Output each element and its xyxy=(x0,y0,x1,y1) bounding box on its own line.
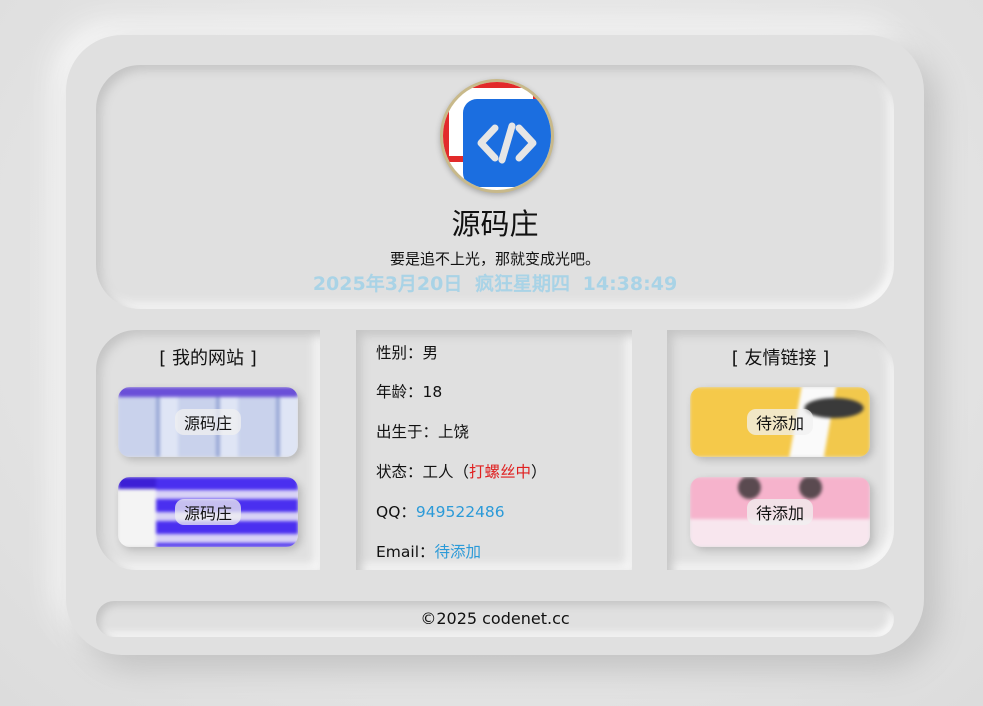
my-sites-title: [ 我的网站 ] xyxy=(159,348,257,369)
qq-link[interactable]: 949522486 xyxy=(416,503,505,521)
friend-link-card[interactable]: 待添加 xyxy=(690,477,870,547)
info-panel: 性别：男 年龄：18 出生于：上饶 状态：工人（打螺丝中） QQ：9495224… xyxy=(356,330,632,570)
info-birthplace: 出生于：上饶 xyxy=(376,423,470,441)
info-age: 年龄：18 xyxy=(376,383,443,401)
my-site-label: 源码庄 xyxy=(174,499,242,525)
my-sites-panel: [ 我的网站 ] 源码庄 源码庄 xyxy=(96,330,320,570)
footer: ©2025 codenet.cc xyxy=(96,601,894,637)
clock-weekday: 疯狂星期四 xyxy=(475,273,571,295)
my-site-label: 源码庄 xyxy=(174,409,242,435)
profile-card: 源码庄 要是追不上光，那就变成光吧。 2025年3月20日 疯狂星期四 14:3… xyxy=(66,35,924,655)
my-site-card[interactable]: 源码庄 xyxy=(118,477,298,547)
info-gender: 性别：男 xyxy=(376,344,439,362)
motto: 要是追不上光，那就变成光吧。 xyxy=(389,250,600,268)
avatar[interactable] xyxy=(440,79,554,193)
email-link[interactable]: 待添加 xyxy=(435,543,482,561)
info-email: Email：待添加 xyxy=(376,543,482,561)
friend-link-card[interactable]: 待添加 xyxy=(690,387,870,457)
page: 源码庄 要是追不上光，那就变成光吧。 2025年3月20日 疯狂星期四 14:3… xyxy=(0,0,983,706)
clock-time: 14:38:49 xyxy=(582,273,678,295)
friend-links-panel: [ 友情链接 ] 待添加 待添加 xyxy=(667,330,894,570)
my-site-card[interactable]: 源码庄 xyxy=(118,387,298,457)
code-brackets-icon xyxy=(463,99,551,187)
status-highlight: 打螺丝中 xyxy=(469,463,532,481)
info-status: 状态：工人（打螺丝中） xyxy=(376,463,547,481)
copyright-text: ©2025 codenet.cc xyxy=(420,609,570,628)
friend-link-label: 待添加 xyxy=(746,409,814,435)
hero-section: 源码庄 要是追不上光，那就变成光吧。 2025年3月20日 疯狂星期四 14:3… xyxy=(96,65,894,309)
clock-date: 2025年3月20日 xyxy=(312,273,463,295)
friend-link-label: 待添加 xyxy=(746,499,814,525)
info-qq: QQ：949522486 xyxy=(376,503,505,521)
friend-links-title: [ 友情链接 ] xyxy=(731,348,830,369)
site-name: 源码庄 xyxy=(451,207,539,241)
clock: 2025年3月20日 疯狂星期四 14:38:49 xyxy=(96,269,894,296)
